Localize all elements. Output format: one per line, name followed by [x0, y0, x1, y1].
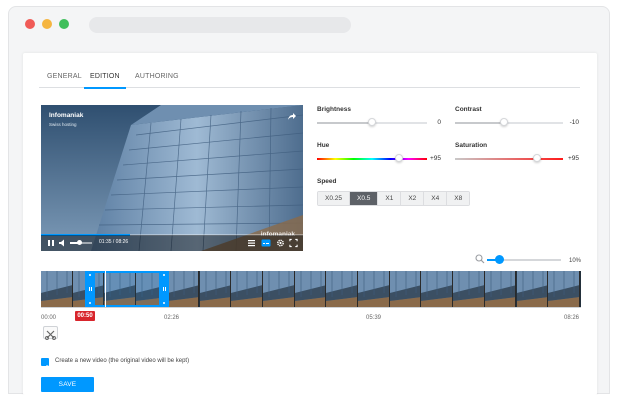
timeline-ruler [41, 307, 581, 308]
timeline-frame [326, 271, 358, 307]
zoom-value: 10% [568, 258, 581, 264]
timeline-frame [231, 271, 263, 307]
brightness-value: 0 [437, 119, 441, 126]
tab-authoring[interactable]: AUTHORING [135, 70, 179, 88]
speed-option[interactable]: X0.25 [318, 192, 350, 205]
speed-option[interactable]: X1 [378, 192, 402, 205]
speed-option[interactable]: X4 [424, 192, 448, 205]
speed-option[interactable]: X8 [447, 192, 470, 205]
timeline-tick: 05:39 [366, 315, 382, 321]
video-player[interactable]: Infomaniak Swiss hosting infomaniak 01:3… [41, 105, 303, 251]
browser-window: GENERAL EDITION AUTHORING Infomaniak Swi… [8, 6, 610, 395]
hue-slider[interactable] [317, 154, 427, 164]
saturation-knob[interactable] [533, 154, 541, 162]
timeline-frame [453, 271, 485, 307]
video-time: 01:35 / 08:26 [99, 239, 129, 245]
timeline-tick: 02:26 [164, 315, 180, 321]
fullscreen-icon[interactable] [289, 238, 298, 248]
timeline-tick: 00:00 [41, 315, 57, 321]
timeline-frame [167, 271, 200, 307]
timeline-frame [262, 271, 295, 307]
trim-selection[interactable] [89, 271, 165, 307]
timeline-frame [199, 271, 232, 307]
speed-selector: X0.25 X0.5 X1 X2 X4 X8 [317, 191, 471, 206]
video-control-bar: 01:35 / 08:26 [41, 235, 303, 251]
volume-icon[interactable] [58, 238, 67, 248]
minimize-window-button[interactable] [42, 19, 52, 29]
cut-icon [45, 330, 56, 340]
subtitles-icon[interactable] [261, 238, 271, 248]
saturation-value: +95 [567, 155, 579, 162]
speed-label: Speed [317, 178, 337, 185]
cut-button[interactable] [43, 326, 58, 340]
speed-option[interactable]: X2 [401, 192, 425, 205]
trim-start-handle[interactable] [85, 271, 95, 307]
hue-knob[interactable] [395, 154, 403, 162]
brightness-slider[interactable] [317, 118, 427, 128]
playlist-icon[interactable] [247, 238, 256, 248]
contrast-value: -10 [569, 119, 579, 126]
hue-label: Hue [317, 142, 330, 149]
tab-bar: GENERAL EDITION AUTHORING [39, 70, 580, 89]
share-icon[interactable] [287, 111, 297, 121]
hue-value: +95 [429, 155, 441, 162]
video-editor-panel: GENERAL EDITION AUTHORING Infomaniak Swi… [23, 53, 597, 395]
maximize-window-button[interactable] [59, 19, 69, 29]
speed-option[interactable]: X0.5 [350, 192, 379, 205]
contrast-label: Contrast [455, 106, 482, 113]
brightness-label: Brightness [317, 106, 351, 113]
save-button[interactable]: SAVE [41, 377, 94, 392]
create-new-video-label: Create a new video (the original video w… [55, 358, 190, 364]
current-time-badge: 00:50 [75, 311, 95, 321]
play-pause-icon[interactable] [47, 238, 55, 248]
timeline-frame [421, 271, 454, 307]
volume-slider[interactable] [70, 240, 92, 245]
timeline-frame [516, 271, 549, 307]
title-bar [9, 7, 609, 41]
create-new-video-checkbox[interactable] [41, 358, 49, 370]
settings-icon[interactable] [276, 238, 285, 248]
video-frame [41, 105, 303, 251]
contrast-slider[interactable] [455, 118, 563, 128]
zoom-knob[interactable] [495, 255, 504, 264]
timeline-frame [484, 271, 517, 307]
saturation-slider[interactable] [455, 154, 563, 164]
brightness-knob[interactable] [368, 118, 376, 126]
timeline-filmstrip[interactable] [41, 271, 581, 307]
timeline-frame [358, 271, 390, 307]
check-icon [42, 364, 48, 370]
video-brand-subtitle: Swiss hosting [49, 122, 77, 127]
tab-general[interactable]: GENERAL [47, 70, 82, 88]
trim-end-handle[interactable] [159, 271, 169, 307]
timeline-frame [548, 271, 580, 307]
saturation-label: Saturation [455, 142, 488, 149]
address-bar[interactable] [89, 17, 351, 33]
timeline-tick: 08:26 [564, 315, 580, 321]
close-window-button[interactable] [25, 19, 35, 29]
zoom-search-icon [475, 254, 485, 264]
playhead[interactable] [105, 271, 106, 307]
tab-edition[interactable]: EDITION [84, 70, 126, 89]
video-brand-title: Infomaniak [49, 112, 84, 119]
timeline-frame [41, 271, 73, 307]
timeline-frame [294, 271, 327, 307]
volume-knob[interactable] [77, 240, 82, 245]
contrast-knob[interactable] [500, 118, 508, 126]
timeline-zoom-slider[interactable] [487, 255, 561, 265]
timeline-frame [389, 271, 422, 307]
